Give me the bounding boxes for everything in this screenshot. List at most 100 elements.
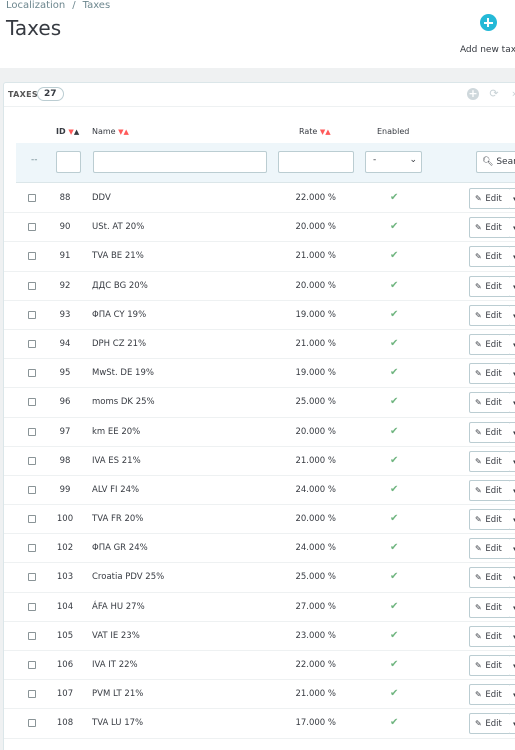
enabled-check-icon[interactable]: ✔ (390, 221, 398, 232)
edit-button[interactable]: ✎ Edit (469, 450, 511, 472)
row-checkbox[interactable] (28, 398, 36, 407)
row-actions-dropdown[interactable]: ▾ (510, 509, 515, 531)
edit-button[interactable]: ✎ Edit (469, 655, 511, 676)
row-actions-dropdown[interactable]: ▾ (510, 333, 515, 355)
enabled-check-icon[interactable]: ✔ (390, 484, 398, 495)
row-checkbox[interactable] (28, 690, 36, 699)
edit-button[interactable]: ✎ Edit (469, 625, 511, 647)
sort-asc-icon[interactable]: ▲ (74, 128, 79, 136)
row-checkbox[interactable] (28, 310, 36, 319)
enabled-check-icon[interactable]: ✔ (390, 659, 398, 670)
table-row[interactable]: 100 TVA FR 20% 20.000 % ✔ ✎ Edit ▾ (4, 505, 515, 535)
row-actions-dropdown[interactable]: ▾ (510, 188, 515, 209)
edit-button[interactable]: ✎ Edit (469, 479, 511, 501)
row-checkbox[interactable] (28, 369, 36, 378)
row-actions-dropdown[interactable]: ▾ (510, 596, 515, 618)
row-actions-dropdown[interactable]: ▾ (510, 567, 515, 589)
table-row[interactable]: 94 DPH CZ 21% 21.000 % ✔ ✎ Edit ▾ (4, 330, 515, 360)
edit-button[interactable]: ✎ Edit (469, 684, 511, 706)
search-button[interactable]: 🔍︎ Search (476, 151, 515, 173)
table-row[interactable]: 96 moms DK 25% 25.000 % ✔ ✎ Edit ▾ (4, 388, 515, 418)
enabled-check-icon[interactable]: ✔ (390, 571, 398, 582)
edit-button[interactable]: ✎ Edit (469, 217, 511, 239)
table-row[interactable]: 102 ΦΠΑ GR 24% 24.000 % ✔ ✎ Edit ▾ (4, 534, 515, 564)
enabled-check-icon[interactable]: ✔ (390, 601, 398, 612)
edit-button[interactable]: ✎ Edit (469, 188, 511, 209)
table-row[interactable]: 90 USt. AT 20% 20.000 % ✔ ✎ Edit ▾ (4, 213, 515, 243)
row-actions-dropdown[interactable]: ▾ (510, 421, 515, 443)
row-checkbox[interactable] (28, 194, 36, 202)
edit-button[interactable]: ✎ Edit (469, 421, 511, 443)
table-row[interactable]: 93 ΦΠΑ CY 19% 19.000 % ✔ ✎ Edit ▾ (4, 301, 515, 330)
row-checkbox[interactable] (28, 573, 36, 582)
table-row[interactable]: 97 km EE 20% 20.000 % ✔ ✎ Edit ▾ (4, 418, 515, 447)
row-actions-dropdown[interactable]: ▾ (510, 450, 515, 472)
enabled-check-icon[interactable]: ✔ (390, 426, 398, 437)
sort-asc-icon[interactable]: ▲ (124, 128, 129, 136)
filter-id-input[interactable] (56, 151, 81, 173)
row-checkbox[interactable] (28, 223, 36, 232)
table-row[interactable]: 103 Croatia PDV 25% 25.000 % ✔ ✎ Edit ▾ (4, 563, 515, 593)
table-row[interactable]: 99 ALV FI 24% 24.000 % ✔ ✎ Edit ▾ (4, 476, 515, 506)
enabled-check-icon[interactable]: ✔ (390, 630, 398, 641)
row-checkbox[interactable] (28, 456, 36, 465)
table-row[interactable]: 95 MwSt. DE 19% 19.000 % ✔ ✎ Edit ▾ (4, 359, 515, 389)
table-row[interactable]: 98 IVA ES 21% 21.000 % ✔ ✎ Edit ▾ (4, 447, 515, 476)
row-checkbox[interactable] (28, 515, 36, 524)
row-checkbox[interactable] (28, 339, 36, 348)
edit-button[interactable]: ✎ Edit (469, 246, 511, 268)
table-row[interactable]: 88 DDV 22.000 % ✔ ✎ Edit ▾ (4, 184, 515, 214)
row-checkbox[interactable] (28, 661, 36, 669)
row-actions-dropdown[interactable]: ▾ (510, 625, 515, 647)
edit-button[interactable]: ✎ Edit (469, 392, 511, 414)
enabled-check-icon[interactable]: ✔ (390, 192, 398, 203)
edit-button[interactable]: ✎ Edit (469, 567, 511, 589)
enabled-check-icon[interactable]: ✔ (390, 396, 398, 407)
row-checkbox[interactable] (28, 252, 36, 261)
row-actions-dropdown[interactable]: ▾ (510, 479, 515, 501)
table-row[interactable]: 106 IVA IT 22% 22.000 % ✔ ✎ Edit ▾ (4, 651, 515, 681)
row-actions-dropdown[interactable]: ▾ (510, 684, 515, 706)
breadcrumb-localization[interactable]: Localization (6, 0, 65, 11)
enabled-check-icon[interactable]: ✔ (390, 542, 398, 553)
edit-button[interactable]: ✎ Edit (469, 596, 511, 618)
edit-button[interactable]: ✎ Edit (469, 304, 511, 326)
edit-button[interactable]: ✎ Edit (469, 333, 511, 355)
table-row[interactable]: 92 ДДС BG 20% 20.000 % ✔ ✎ Edit ▾ (4, 272, 515, 301)
row-actions-dropdown[interactable]: ▾ (510, 713, 515, 735)
add-icon[interactable]: + (467, 88, 479, 100)
row-actions-dropdown[interactable]: ▾ (510, 304, 515, 326)
enabled-check-icon[interactable]: ✔ (390, 250, 398, 261)
table-row[interactable]: 107 PVM LT 21% 21.000 % ✔ ✎ Edit ▾ (4, 680, 515, 710)
enabled-check-icon[interactable]: ✔ (390, 367, 398, 378)
enabled-check-icon[interactable]: ✔ (390, 455, 398, 466)
sort-asc-icon[interactable]: ▲ (325, 128, 330, 136)
edit-button[interactable]: ✎ Edit (469, 363, 511, 385)
edit-button[interactable]: ✎ Edit (469, 275, 511, 297)
row-actions-dropdown[interactable]: ▾ (510, 363, 515, 385)
edit-button[interactable]: ✎ Edit (469, 538, 511, 560)
table-row[interactable]: 108 TVA LU 17% 17.000 % ✔ ✎ Edit ▾ (4, 709, 515, 739)
row-actions-dropdown[interactable]: ▾ (510, 246, 515, 268)
filter-name-input[interactable] (93, 151, 267, 173)
enabled-check-icon[interactable]: ✔ (390, 309, 398, 320)
row-actions-dropdown[interactable]: ▾ (510, 275, 515, 297)
row-actions-dropdown[interactable]: ▾ (510, 655, 515, 676)
add-new-tax-button[interactable]: Add new tax (458, 14, 515, 56)
chevron-right-icon[interactable]: › (508, 88, 515, 100)
row-checkbox[interactable] (28, 485, 36, 494)
row-checkbox[interactable] (28, 631, 36, 640)
refresh-icon[interactable]: ⟳ (488, 88, 500, 100)
row-checkbox[interactable] (28, 719, 36, 728)
row-checkbox[interactable] (28, 602, 36, 611)
row-checkbox[interactable] (28, 544, 36, 553)
table-row[interactable]: 105 VAT IE 23% 23.000 % ✔ ✎ Edit ▾ (4, 622, 515, 651)
table-row[interactable]: 91 TVA BE 21% 21.000 % ✔ ✎ Edit ▾ (4, 242, 515, 272)
table-row[interactable]: 104 ÁFA HU 27% 27.000 % ✔ ✎ Edit ▾ (4, 593, 515, 622)
row-checkbox[interactable] (28, 427, 36, 436)
row-actions-dropdown[interactable]: ▾ (510, 217, 515, 239)
filter-enabled-select[interactable]: - ⌄ (365, 151, 422, 173)
edit-button[interactable]: ✎ Edit (469, 713, 511, 735)
edit-button[interactable]: ✎ Edit (469, 509, 511, 531)
breadcrumb-taxes[interactable]: Taxes (83, 0, 111, 11)
